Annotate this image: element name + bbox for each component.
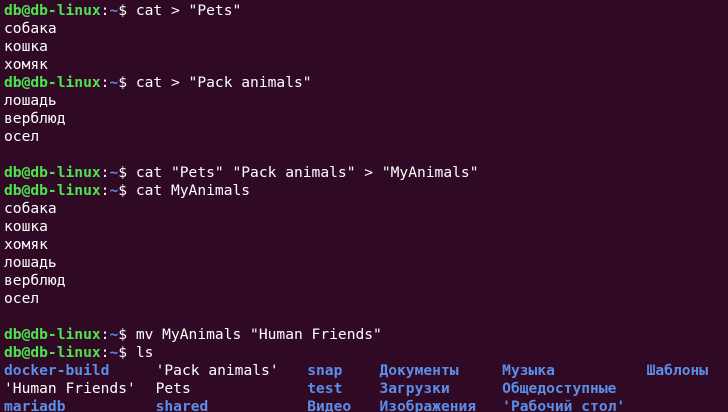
prompt-symbol: $: [118, 326, 136, 343]
ls-directory-entry[interactable]: Изображения: [379, 398, 476, 412]
output-text: собака: [4, 200, 57, 217]
ls-row: docker-build 'Pack animals' snap Документы М…: [4, 362, 728, 380]
prompt-path: ~: [109, 2, 119, 19]
prompt-user-host: db@db-linux: [4, 326, 101, 343]
output-line: собака: [4, 200, 728, 218]
prompt-user-host: db@db-linux: [4, 164, 101, 181]
command-text: cat "Pets" "Pack animals" > "MyAnimals": [135, 164, 479, 181]
command-text: ls: [135, 344, 154, 361]
output-text: лошадь: [4, 254, 57, 271]
prompt-user-host: db@db-linux: [4, 344, 101, 361]
prompt-path: ~: [109, 326, 119, 343]
command-line: db@db-linux:~$ ls: [4, 344, 728, 362]
prompt-symbol: $: [118, 74, 136, 91]
command-line: db@db-linux:~$ cat > "Pack animals": [4, 74, 728, 92]
prompt-symbol: $: [118, 344, 136, 361]
output-text: верблюд: [4, 110, 66, 127]
output-text: лошадь: [4, 92, 57, 109]
ls-file-entry[interactable]: Pets: [156, 380, 191, 398]
ls-file-entry[interactable]: 'Human Friends': [4, 380, 136, 398]
ls-directory-entry[interactable]: Загрузки: [379, 380, 449, 398]
command-text: cat > "Pets": [135, 2, 242, 19]
prompt-user-host: db@db-linux: [4, 182, 101, 199]
ls-directory-entry[interactable]: Общедоступные: [502, 380, 616, 398]
output-line: собака: [4, 20, 728, 38]
output-text: хомяк: [4, 56, 48, 73]
output-line: хомяк: [4, 236, 728, 254]
ls-directory-entry[interactable]: Видео: [307, 398, 351, 412]
command-text: cat MyAnimals: [135, 182, 251, 199]
output-line: осел: [4, 128, 728, 146]
output-text: верблюд: [4, 272, 66, 289]
output-text: осел: [4, 290, 40, 307]
command-line: db@db-linux:~$ mv MyAnimals "Human Frien…: [4, 326, 728, 344]
terminal-window[interactable]: db@db-linux:~$ cat > "Pets" собака кошка хо…: [0, 0, 728, 412]
prompt-symbol: $: [118, 182, 136, 199]
prompt-symbol: $: [118, 164, 136, 181]
ls-directory-entry[interactable]: test: [307, 380, 342, 398]
command-line: db@db-linux:~$ cat > "Pets": [4, 2, 728, 20]
ls-directory-entry[interactable]: Шаблоны: [647, 362, 709, 380]
output-text: кошка: [4, 218, 48, 235]
prompt-user-host: db@db-linux: [4, 2, 101, 19]
output-line: кошка: [4, 218, 728, 236]
output-text: собака: [4, 20, 57, 37]
output-line: верблюд: [4, 272, 728, 290]
ls-file-entry[interactable]: 'Pack animals': [156, 362, 279, 380]
ls-row: mariadb shared Видео Изображения 'Рабочий ст…: [4, 398, 728, 412]
ls-directory-entry[interactable]: Документы: [379, 362, 458, 380]
output-line: осел: [4, 290, 728, 308]
command-line: db@db-linux:~$ cat "Pets" "Pack animals"…: [4, 164, 728, 182]
command-line: db@db-linux:~$ cat MyAnimals: [4, 182, 728, 200]
ls-directory-entry[interactable]: Музыка: [502, 362, 555, 380]
command-text: mv MyAnimals "Human Friends": [135, 326, 382, 343]
prompt-symbol: $: [118, 2, 136, 19]
ls-directory-entry[interactable]: snap: [307, 362, 342, 380]
output-line: лошадь: [4, 254, 728, 272]
ls-row: 'Human Friends' Pets test Загрузки Общедосту…: [4, 380, 728, 398]
output-text: осел: [4, 128, 40, 145]
prompt-path: ~: [109, 74, 119, 91]
prompt-path: ~: [109, 344, 119, 361]
ls-directory-entry[interactable]: shared: [156, 398, 209, 412]
output-line: лошадь: [4, 92, 728, 110]
prompt-path: ~: [109, 164, 119, 181]
output-line: хомяк: [4, 56, 728, 74]
output-line: верблюд: [4, 110, 728, 128]
prompt-user-host: db@db-linux: [4, 74, 101, 91]
ls-directory-entry[interactable]: 'Рабочий стол': [502, 398, 625, 412]
output-text: кошка: [4, 38, 48, 55]
ls-directory-entry[interactable]: docker-build: [4, 362, 109, 380]
output-text: хомяк: [4, 236, 48, 253]
command-text: cat > "Pack animals": [135, 74, 312, 91]
output-line: кошка: [4, 38, 728, 56]
prompt-path: ~: [109, 182, 119, 199]
ls-directory-entry[interactable]: mariadb: [4, 398, 66, 412]
